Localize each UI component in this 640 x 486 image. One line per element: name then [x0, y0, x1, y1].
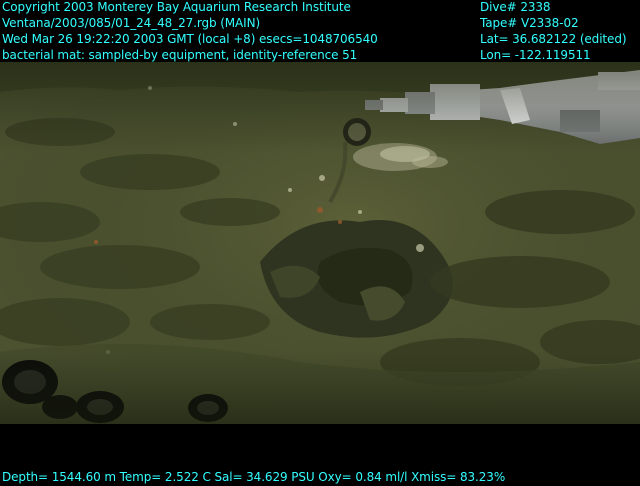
longitude-text: Lon= -122.119511 — [480, 48, 591, 62]
datetime-text: Wed Mar 26 19:22:20 2003 GMT (local +8) … — [2, 32, 378, 46]
source-file-text: Ventana/2003/085/01_24_48_27.rgb (MAIN) — [2, 16, 261, 30]
overlay-left-block: Copyright 2003 Monterey Bay Aquarium Res… — [2, 0, 378, 63]
tape-number-text: Tape# V2338-02 — [480, 16, 579, 30]
telemetry-footer: Depth= 1544.60 m Temp= 2.522 C Sal= 34.6… — [2, 470, 506, 484]
annotation-text: bacterial mat: sampled-by equipment, ide… — [2, 48, 358, 62]
latitude-text: Lat= 36.682122 (edited) — [480, 32, 627, 46]
dive-number-text: Dive# 2338 — [480, 0, 551, 14]
overlay-right-block: Dive# 2338 Tape# V2338-02 Lat= 36.682122… — [480, 0, 627, 63]
vignette — [0, 62, 640, 424]
seafloor-scene — [0, 62, 640, 424]
video-frame: Copyright 2003 Monterey Bay Aquarium Res… — [0, 0, 640, 486]
copyright-text: Copyright 2003 Monterey Bay Aquarium Res… — [2, 0, 351, 14]
